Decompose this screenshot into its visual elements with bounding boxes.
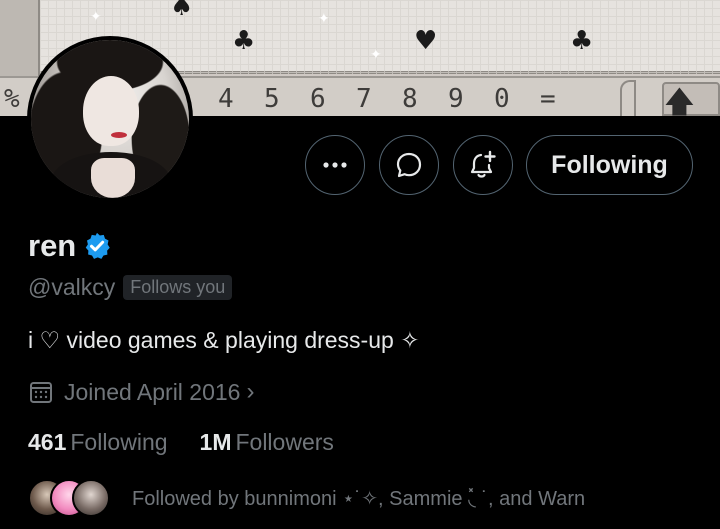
handle: @valkcy	[28, 274, 116, 300]
chevron-right-icon: ›	[246, 378, 255, 405]
banner-key: 5	[264, 84, 280, 114]
calendar-icon	[30, 382, 52, 403]
banner-bracket	[620, 80, 636, 116]
club-symbol: ♣	[232, 26, 256, 56]
handle-row: @valkcy Follows you	[28, 274, 233, 301]
banner-key: =	[540, 84, 556, 114]
followed-by-text: Followed by bunnimoni ⋆˙✧, Sammie ◟̽ ˙, …	[132, 487, 586, 510]
sparkle-decoration: ✦	[90, 8, 102, 24]
following-count: 461	[28, 429, 67, 455]
following-button[interactable]: Following	[526, 135, 693, 195]
follower-avatar	[72, 479, 110, 517]
avatar-photo	[31, 40, 189, 198]
heart-symbol: ♥	[414, 26, 438, 56]
more-icon	[323, 162, 347, 168]
spade-symbol: ♠	[170, 0, 194, 22]
banner-key: %	[4, 84, 20, 114]
banner-key: 8	[402, 84, 418, 114]
bio: i ♡ video games & playing dress-up ✧	[28, 327, 420, 353]
following-stat[interactable]: 461 Following	[28, 429, 168, 456]
following-label: Following	[70, 429, 168, 455]
banner-key: 4	[218, 84, 234, 114]
profile-avatar[interactable]	[27, 36, 193, 202]
message-button[interactable]	[379, 135, 439, 195]
bell-plus-icon	[470, 150, 496, 178]
follow-stats: 461 Following 1M Followers	[28, 429, 334, 456]
club-symbol: ♣	[570, 26, 594, 56]
joined-row[interactable]: Joined April 2016 ›	[28, 378, 254, 406]
banner-key: 7	[356, 84, 372, 114]
banner-key: 6	[310, 84, 326, 114]
joined-date: Joined April 2016	[64, 378, 241, 405]
name-row: ren	[28, 228, 112, 264]
display-name: ren	[28, 228, 77, 263]
followed-by-row[interactable]: Followed by bunnimoni ⋆˙✧, Sammie ◟̽ ˙, …	[28, 479, 585, 517]
message-icon	[396, 152, 422, 178]
followers-label: Followers	[235, 429, 334, 455]
up-arrow-icon: 🡅	[664, 85, 695, 116]
more-button[interactable]	[305, 135, 365, 195]
followers-count: 1M	[199, 429, 232, 455]
verified-badge-icon[interactable]	[82, 231, 112, 261]
sparkle-decoration: ✦	[318, 10, 330, 26]
banner-key: 9	[448, 84, 464, 114]
followers-stat[interactable]: 1M Followers	[200, 429, 334, 456]
banner-key: 0	[494, 84, 510, 114]
follows-you-badge: Follows you	[123, 275, 233, 300]
sparkle-decoration: ✦	[370, 46, 382, 62]
notifications-button[interactable]	[453, 135, 513, 195]
